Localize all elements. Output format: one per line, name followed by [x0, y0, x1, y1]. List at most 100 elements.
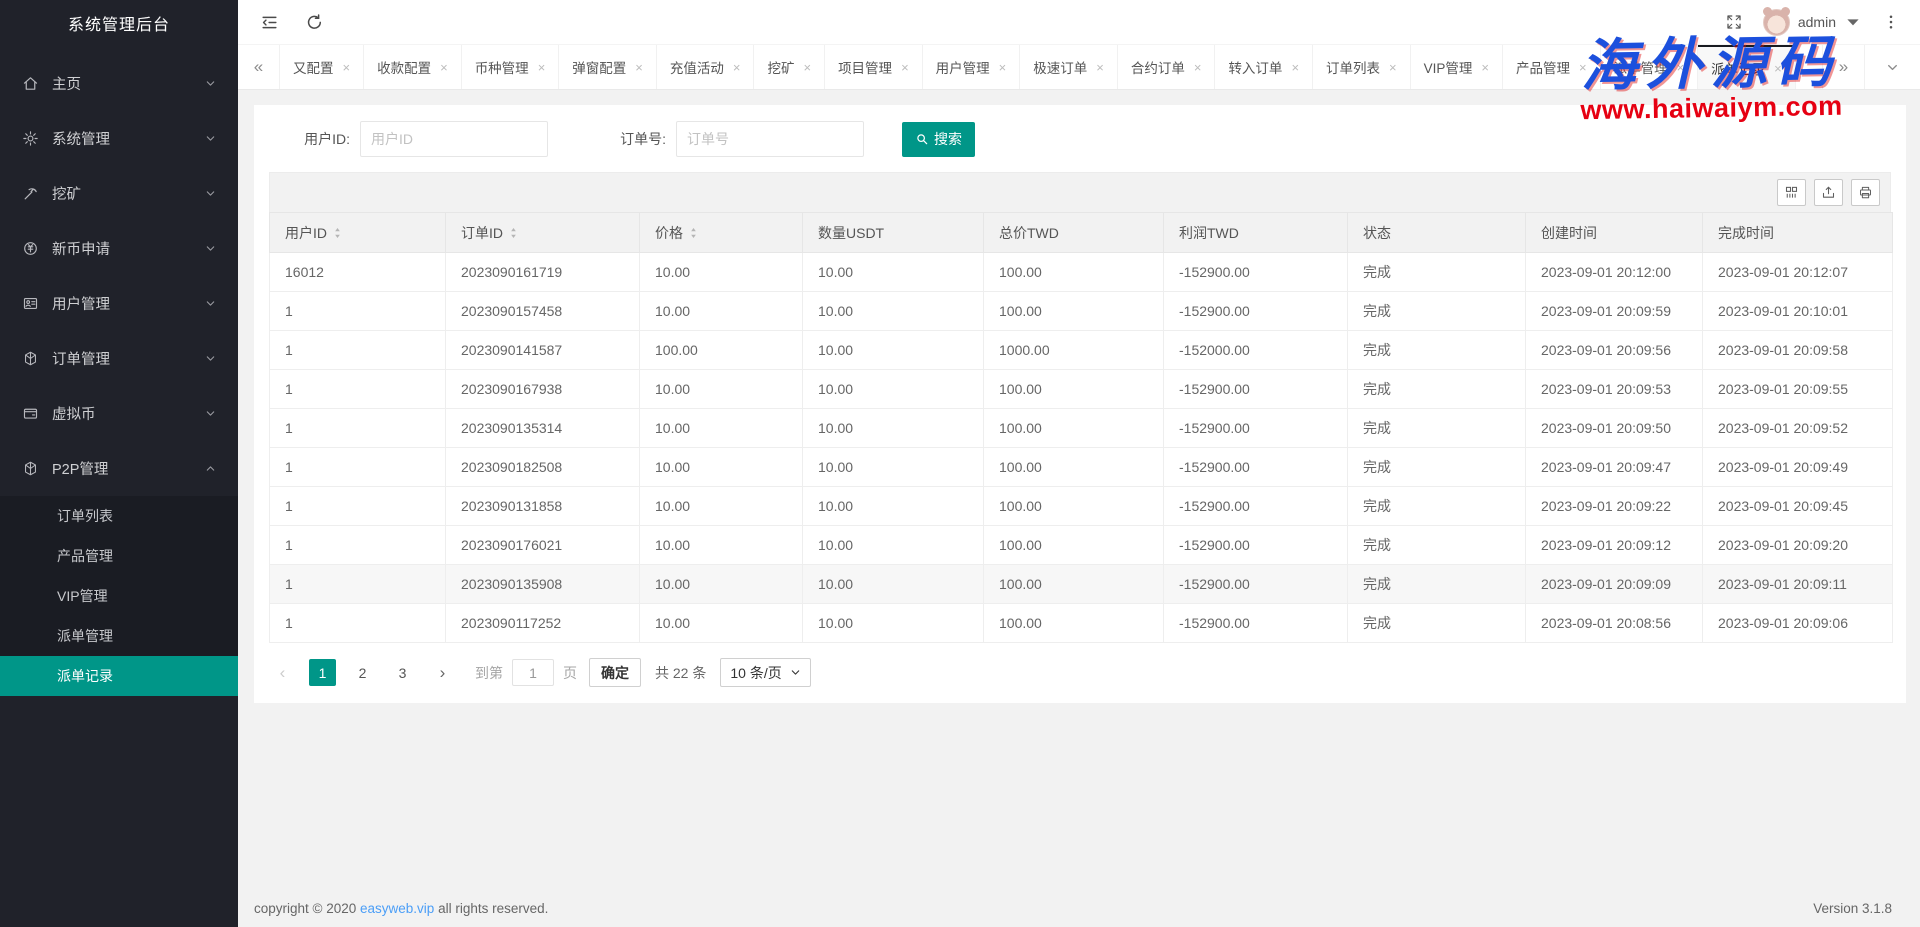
sidebar-subitem-订单列表[interactable]: 订单列表	[0, 496, 238, 536]
tab-转入订单[interactable]: 转入订单×	[1215, 45, 1313, 89]
tab-close-icon[interactable]: ×	[440, 61, 448, 74]
column-header-价格[interactable]: 价格	[640, 213, 803, 253]
sidebar-subitem-VIP管理[interactable]: VIP管理	[0, 576, 238, 616]
collapse-sidebar-icon[interactable]	[260, 13, 279, 32]
table-cell: 10.00	[803, 604, 984, 643]
table-row: 1202309013590810.0010.00100.00-152900.00…	[270, 565, 1893, 604]
sidebar-item-P2P管理[interactable]: P2P管理	[0, 441, 238, 496]
sidebar-item-新币申请[interactable]: 新币申请	[0, 221, 238, 276]
tabs-scroll-right[interactable]: »	[1822, 45, 1864, 89]
tab-订单列表[interactable]: 订单列表×	[1313, 45, 1411, 89]
user-id-input[interactable]	[360, 121, 548, 157]
column-label: 用户ID	[285, 223, 327, 243]
header-left-icons	[238, 13, 324, 32]
user-avatar	[1763, 9, 1790, 36]
tab-币种管理[interactable]: 币种管理 ×	[462, 45, 560, 89]
column-header-状态: 状态	[1348, 213, 1526, 253]
tab-close-icon[interactable]: ×	[1677, 61, 1685, 74]
table-cell: 1	[270, 526, 446, 565]
sidebar-item-挖矿[interactable]: 挖矿	[0, 166, 238, 221]
tab-派单管理[interactable]: 派单管理×	[1601, 45, 1699, 89]
table-cell: 2023-09-01 20:09:12	[1526, 526, 1703, 565]
user-menu[interactable]: admin	[1763, 9, 1862, 36]
tab-close-icon[interactable]: ×	[1194, 61, 1202, 74]
tab-close-icon[interactable]: ×	[1096, 61, 1104, 74]
sidebar-subitem-派单管理[interactable]: 派单管理	[0, 616, 238, 656]
tab-close-icon[interactable]: ×	[1579, 61, 1587, 74]
column-header-inner: 数量USDT	[818, 223, 968, 243]
page-button-1[interactable]: 1	[309, 659, 336, 686]
table-cell: -152900.00	[1164, 409, 1348, 448]
sidebar-item-订单管理[interactable]: 订单管理	[0, 331, 238, 386]
goto-page-input[interactable]	[512, 659, 554, 686]
column-label: 总价TWD	[999, 223, 1059, 243]
sidebar-nav: 主页系统管理挖矿新币申请用户管理订单管理虚拟币 P2P管理订单列表产品管理VIP管…	[0, 46, 238, 696]
table-cell: -152900.00	[1164, 526, 1348, 565]
columns-button[interactable]	[1777, 179, 1806, 206]
goto-confirm-button[interactable]: 确定	[589, 658, 641, 687]
page-button-3[interactable]: 3	[389, 659, 416, 686]
order-no-input[interactable]	[676, 121, 864, 157]
page-size-select[interactable]: 10 条/页	[720, 658, 810, 687]
tab-close-icon[interactable]: ×	[1389, 61, 1397, 74]
column-header-订单ID[interactable]: 订单ID	[446, 213, 640, 253]
refresh-icon[interactable]	[305, 13, 324, 32]
print-button[interactable]	[1851, 179, 1880, 206]
tab-派单记录[interactable]: 派单记录×	[1698, 45, 1796, 89]
table-header-row: 用户ID订单ID价格数量USDT总价TWD利润TWD状态创建时间完成时间	[270, 213, 1893, 253]
table-cell: 10.00	[640, 604, 803, 643]
tab-close-icon[interactable]: ×	[538, 61, 546, 74]
more-vertical-icon[interactable]	[1882, 13, 1900, 31]
tab-label: 币种管理	[475, 57, 529, 77]
tab-close-icon[interactable]: ×	[901, 61, 909, 74]
sidebar-item-label: 订单管理	[52, 348, 110, 369]
tabs-dropdown[interactable]	[1864, 45, 1920, 89]
tabs-scroll-left[interactable]: «	[238, 45, 280, 89]
search-button[interactable]: 搜索	[902, 122, 975, 157]
sidebar-item-用户管理[interactable]: 用户管理	[0, 276, 238, 331]
tab-close-icon[interactable]: ×	[1774, 62, 1782, 75]
tab-挖矿[interactable]: 挖矿×	[754, 45, 825, 89]
sidebar-subitem-派单记录[interactable]: 派单记录	[0, 656, 238, 696]
table-cell: 10.00	[803, 370, 984, 409]
tab-close-icon[interactable]: ×	[803, 61, 811, 74]
column-header-inner: 总价TWD	[999, 223, 1148, 243]
column-label: 利润TWD	[1179, 223, 1239, 243]
tab-label: VIP管理	[1424, 57, 1473, 77]
table-cell: -152900.00	[1164, 253, 1348, 292]
tab-充值活动[interactable]: 充值活动×	[657, 45, 755, 89]
tab-close-icon[interactable]: ×	[733, 61, 741, 74]
sidebar-item-系统管理[interactable]: 系统管理	[0, 111, 238, 166]
sidebar-item-主页[interactable]: 主页	[0, 56, 238, 111]
tab-bar: « 又配置×收款配置×币种管理×弹窗配置×充值活动×挖矿×项目管理×用户管理×极…	[238, 45, 1920, 90]
page-prev-button[interactable]: ‹	[269, 659, 296, 686]
tab-close-icon[interactable]: ×	[999, 61, 1007, 74]
page-next-button[interactable]: ›	[429, 659, 456, 686]
page-button-2[interactable]: 2	[349, 659, 376, 686]
tab-产品管理[interactable]: 产品管理×	[1503, 45, 1601, 89]
sidebar-item-label: P2P管理	[52, 458, 108, 479]
tab-用户管理[interactable]: 用户管理×	[923, 45, 1021, 89]
tab-极速订单[interactable]: 极速订单×	[1020, 45, 1118, 89]
tab-VIP管理[interactable]: VIP管理 ×	[1411, 45, 1503, 89]
tab-close-icon[interactable]: ×	[1481, 61, 1489, 74]
version-label: Version 3.1.8	[1813, 901, 1892, 916]
tab-close-icon[interactable]: ×	[635, 61, 643, 74]
table-cell: 完成	[1348, 565, 1526, 604]
tab-收款配置[interactable]: 收款配置×	[364, 45, 462, 89]
tab-项目管理[interactable]: 项目管理×	[825, 45, 923, 89]
sidebar-subitem-产品管理[interactable]: 产品管理	[0, 536, 238, 576]
tab-又配置[interactable]: 又配置×	[280, 45, 364, 89]
easyweb-link[interactable]: easyweb.vip	[360, 901, 434, 916]
tab-合约订单[interactable]: 合约订单×	[1118, 45, 1216, 89]
fullscreen-icon[interactable]	[1725, 13, 1743, 31]
table-row: 1202309011725210.0010.00100.00-152900.00…	[270, 604, 1893, 643]
tab-close-icon[interactable]: ×	[1291, 61, 1299, 74]
column-header-总价TWD: 总价TWD	[984, 213, 1164, 253]
column-header-用户ID[interactable]: 用户ID	[270, 213, 446, 253]
tab-弹窗配置[interactable]: 弹窗配置×	[559, 45, 657, 89]
sidebar-item-虚拟币[interactable]: 虚拟币	[0, 386, 238, 441]
tab-close-icon[interactable]: ×	[343, 61, 351, 74]
export-button[interactable]	[1814, 179, 1843, 206]
table-cell: 1	[270, 565, 446, 604]
